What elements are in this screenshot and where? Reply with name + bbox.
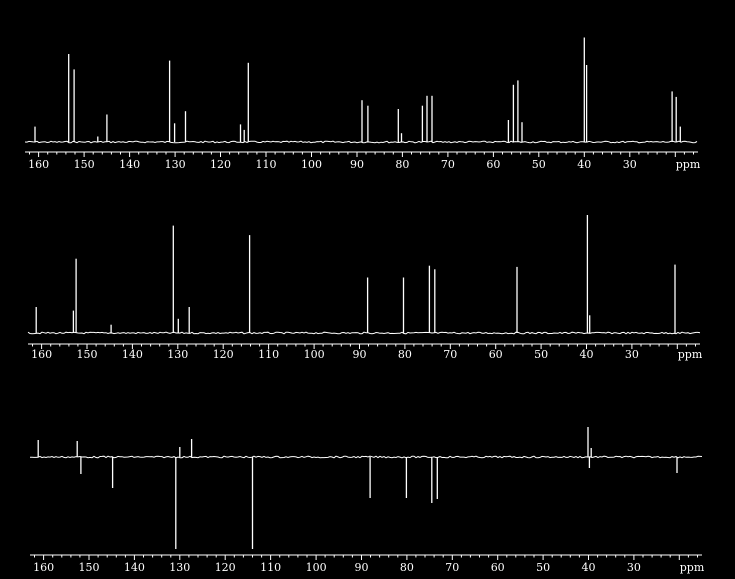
x-tick-label: 140 [122, 348, 143, 361]
x-tick-label: 70 [441, 158, 455, 171]
x-tick-label: 130 [167, 348, 188, 361]
x-tick-label: 70 [443, 348, 457, 361]
x-tick-label: 120 [215, 561, 236, 574]
x-axis-unit-label: ppm [676, 158, 701, 171]
x-tick-label: 40 [577, 158, 591, 171]
x-tick-label: 80 [400, 561, 414, 574]
x-tick-label: 30 [625, 348, 639, 361]
spectrum-panel-top: 160 150 140 130 120 110 100 90 80 70 60 50 40 30 ppm [24, 37, 701, 171]
spectrum-panel-middle: 160 150 140 130 120 110 100 90 80 70 60 50 40 30 ppm [27, 215, 703, 361]
spectrum-baseline [29, 455, 703, 459]
x-tick-label: 80 [395, 158, 409, 171]
x-tick-label: 160 [31, 348, 52, 361]
x-tick-label: 110 [258, 348, 279, 361]
x-tick-label: 90 [350, 158, 364, 171]
x-tick-label: 80 [398, 348, 412, 361]
spectrum-baseline [27, 331, 701, 335]
x-tick-label: 50 [532, 158, 546, 171]
x-tick-label: 100 [301, 158, 322, 171]
x-tick-label: 50 [536, 561, 550, 574]
x-tick-label: 130 [165, 158, 186, 171]
x-tick-label: 110 [260, 561, 281, 574]
x-tick-label: 60 [486, 158, 500, 171]
x-tick-label: 40 [580, 348, 594, 361]
x-tick-label: 120 [213, 348, 234, 361]
x-tick-label: 120 [210, 158, 231, 171]
x-tick-label: 150 [74, 158, 95, 171]
x-tick-label: 100 [306, 561, 327, 574]
x-tick-label: 130 [169, 561, 190, 574]
x-tick-label: 30 [623, 158, 637, 171]
x-tick-label: 90 [353, 348, 367, 361]
x-tick-label: 70 [445, 561, 459, 574]
x-tick-label: 90 [355, 561, 369, 574]
x-tick-label: 30 [627, 561, 641, 574]
x-tick-label: 150 [77, 348, 98, 361]
x-tick-label: 140 [119, 158, 140, 171]
x-tick-label: 60 [491, 561, 505, 574]
nmr-spectra-figure: 160 150 140 130 120 110 100 90 80 70 60 50 40 30 ppm 1… [24, 37, 705, 574]
x-tick-label: 40 [582, 561, 596, 574]
x-axis-unit-label: ppm [680, 561, 705, 574]
x-tick-label: 100 [304, 348, 325, 361]
x-tick-label: 150 [79, 561, 100, 574]
x-tick-label: 60 [489, 348, 503, 361]
x-tick-label: 110 [256, 158, 277, 171]
x-tick-label: 140 [124, 561, 145, 574]
x-tick-label: 160 [33, 561, 54, 574]
x-axis-unit-label: ppm [678, 348, 703, 361]
spectrum-panel-bottom: 160 150 140 130 120 110 100 90 80 70 60 50 40 30 ppm [29, 427, 705, 574]
spectrum-baseline [24, 140, 698, 144]
x-tick-label: 50 [534, 348, 548, 361]
x-tick-label: 160 [28, 158, 49, 171]
